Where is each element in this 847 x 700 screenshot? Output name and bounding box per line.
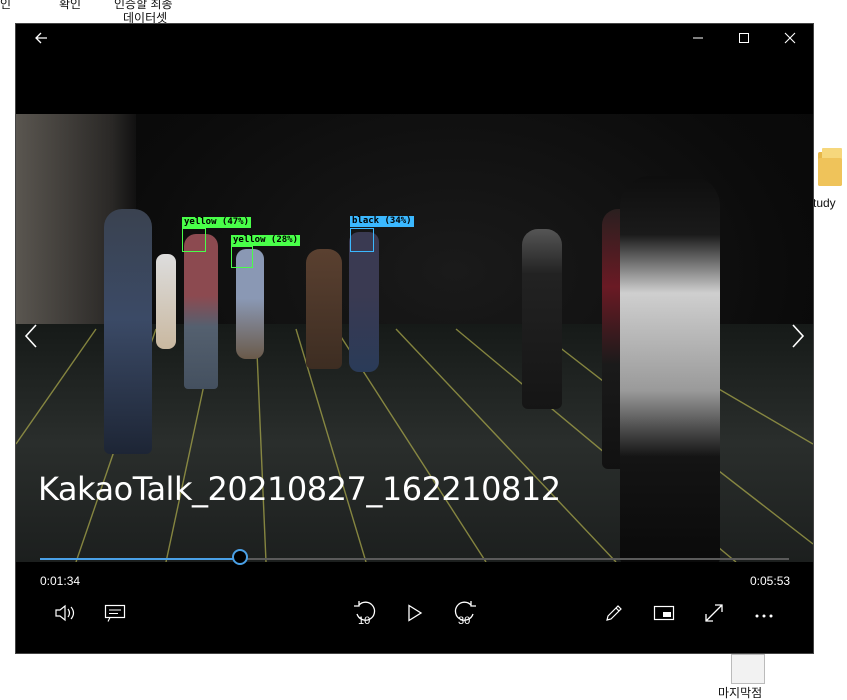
seek-thumb[interactable] bbox=[231, 549, 248, 565]
video-title: KakaoTalk_20210827_162210812 bbox=[38, 470, 561, 508]
skip-forward-seconds: 30 bbox=[458, 615, 471, 627]
close-button[interactable] bbox=[767, 24, 813, 56]
minimize-icon bbox=[692, 31, 704, 49]
media-player-window: yellow (47%) yellow (28%) black (34%) Ka… bbox=[15, 23, 814, 654]
detection-label: black (34%) bbox=[350, 216, 414, 227]
seek-bar[interactable] bbox=[40, 549, 789, 565]
mini-view-icon bbox=[653, 605, 675, 626]
skip-back-button[interactable]: 10 bbox=[345, 598, 385, 632]
person-figure bbox=[349, 232, 379, 372]
detection-label: yellow (28%) bbox=[231, 235, 301, 246]
total-time: 0:05:53 bbox=[750, 574, 791, 588]
maximize-icon bbox=[738, 31, 750, 49]
detection-box bbox=[350, 228, 374, 252]
more-options-button[interactable] bbox=[744, 598, 784, 632]
current-time: 0:01:34 bbox=[40, 574, 81, 588]
person-figure bbox=[184, 234, 218, 389]
mini-view-button[interactable] bbox=[644, 598, 684, 632]
desktop-folder-label: tudy bbox=[813, 196, 836, 210]
person-figure bbox=[104, 209, 152, 454]
next-video-button[interactable] bbox=[783, 318, 813, 358]
maximize-button[interactable] bbox=[721, 24, 767, 56]
person-figure bbox=[522, 229, 562, 409]
desktop-file-icon[interactable] bbox=[731, 654, 765, 684]
pencil-icon bbox=[604, 603, 624, 628]
more-icon bbox=[754, 606, 774, 624]
previous-video-button[interactable] bbox=[16, 318, 46, 358]
skip-forward-icon: 30 bbox=[453, 601, 477, 629]
skip-forward-button[interactable]: 30 bbox=[445, 598, 485, 632]
chevron-left-icon bbox=[24, 323, 38, 354]
play-button[interactable] bbox=[395, 598, 435, 632]
back-button[interactable] bbox=[18, 24, 64, 56]
volume-icon bbox=[54, 604, 76, 627]
detection-box bbox=[182, 228, 206, 252]
minimize-button[interactable] bbox=[675, 24, 721, 56]
fullscreen-button[interactable] bbox=[694, 598, 734, 632]
desktop-label-2: 확인 bbox=[59, 0, 82, 11]
chevron-right-icon bbox=[791, 323, 805, 354]
subtitles-icon bbox=[104, 604, 126, 627]
fullscreen-icon bbox=[704, 603, 724, 628]
detection-box bbox=[231, 246, 253, 268]
person-figure bbox=[306, 249, 342, 369]
desktop-file-label: 마지막점 bbox=[718, 686, 763, 700]
person-figure bbox=[620, 176, 720, 562]
edit-button[interactable] bbox=[594, 598, 634, 632]
person-figure bbox=[156, 254, 176, 349]
skip-back-icon: 10 bbox=[353, 601, 377, 629]
back-arrow-icon bbox=[34, 31, 48, 50]
volume-button[interactable] bbox=[45, 598, 85, 632]
play-icon bbox=[407, 603, 423, 627]
desktop-label-1: 인 bbox=[0, 0, 12, 11]
subtitles-button[interactable] bbox=[95, 598, 135, 632]
close-icon bbox=[784, 31, 796, 49]
desktop-label-3: 인증할 최종 bbox=[114, 0, 173, 11]
desktop-folder-icon[interactable] bbox=[814, 146, 847, 190]
skip-back-seconds: 10 bbox=[358, 615, 371, 627]
title-bar bbox=[16, 24, 813, 56]
seek-progress bbox=[40, 558, 240, 560]
detection-label: yellow (47%) bbox=[182, 217, 252, 228]
